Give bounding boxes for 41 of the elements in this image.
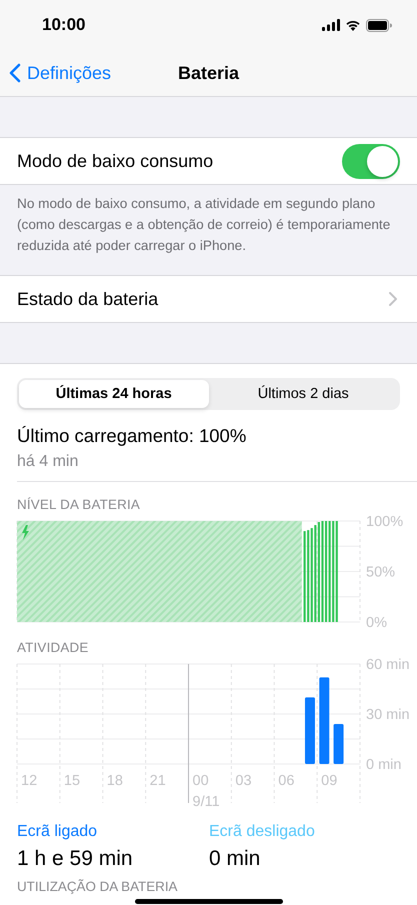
toggle-switch[interactable] bbox=[342, 144, 400, 178]
y-tick-label: 60 min bbox=[366, 657, 410, 673]
chart-bar bbox=[334, 724, 344, 764]
last-charge-title: Último carregamento: 100% bbox=[17, 425, 248, 447]
last-charge-time: há 4 min bbox=[17, 453, 80, 471]
setting-label: Modo de baixo consumo bbox=[17, 150, 214, 172]
charging-bolt-icon bbox=[22, 525, 29, 540]
legend-label: Ecrã desligado bbox=[209, 823, 315, 841]
wifi-icon bbox=[345, 19, 361, 31]
setting-label[interactable]: Estado da bateria bbox=[17, 288, 158, 310]
back-button[interactable]: Definições bbox=[0, 50, 118, 96]
chevron-icon bbox=[389, 292, 397, 306]
segment-tab[interactable]: Últimos 2 dias bbox=[208, 380, 398, 408]
x-tick-label: 00 bbox=[192, 773, 209, 789]
x-tick-label: 12 bbox=[21, 773, 38, 789]
chart-bar bbox=[304, 697, 315, 764]
battery-icon bbox=[366, 18, 393, 32]
section-heading: NÍVEL DA BATERIA bbox=[17, 497, 142, 512]
x-tick-label: 03 bbox=[235, 773, 252, 789]
signal-icon bbox=[322, 19, 340, 31]
segment-tab[interactable]: Últimas 24 horas bbox=[19, 380, 208, 408]
y-tick-label: 30 min bbox=[366, 707, 410, 723]
back-chevron-icon bbox=[9, 63, 21, 83]
setting-footnote: No modo de baixo consumo, a atividade em segundo plano (como descargas e a obtenção de correio) é temporariamente reduzida até poder carregar o iPhone. bbox=[16, 195, 392, 255]
y-tick-label: 100% bbox=[366, 514, 404, 530]
date-label: 9/11 bbox=[192, 794, 220, 807]
legend-label: Ecrã ligado bbox=[17, 823, 98, 841]
section-heading: UTILIZAÇÃO DA BATERIA bbox=[17, 879, 178, 894]
x-tick-label: 21 bbox=[150, 773, 166, 789]
section-heading: ATIVIDADE bbox=[17, 640, 90, 655]
y-tick-label: 50% bbox=[366, 564, 396, 580]
x-tick-label: 15 bbox=[64, 773, 80, 789]
x-tick-label: 18 bbox=[106, 773, 123, 789]
duration-value: 0 min bbox=[209, 847, 262, 871]
x-tick-label: 06 bbox=[278, 773, 294, 789]
x-tick-label: 09 bbox=[321, 773, 338, 789]
duration-value: 1 h e 59 min bbox=[17, 847, 134, 871]
y-tick-label: 0% bbox=[366, 615, 387, 631]
page-title: Bateria bbox=[178, 62, 240, 82]
y-tick-label: 0 min bbox=[366, 757, 402, 773]
status-time: 10:00 bbox=[42, 15, 86, 35]
